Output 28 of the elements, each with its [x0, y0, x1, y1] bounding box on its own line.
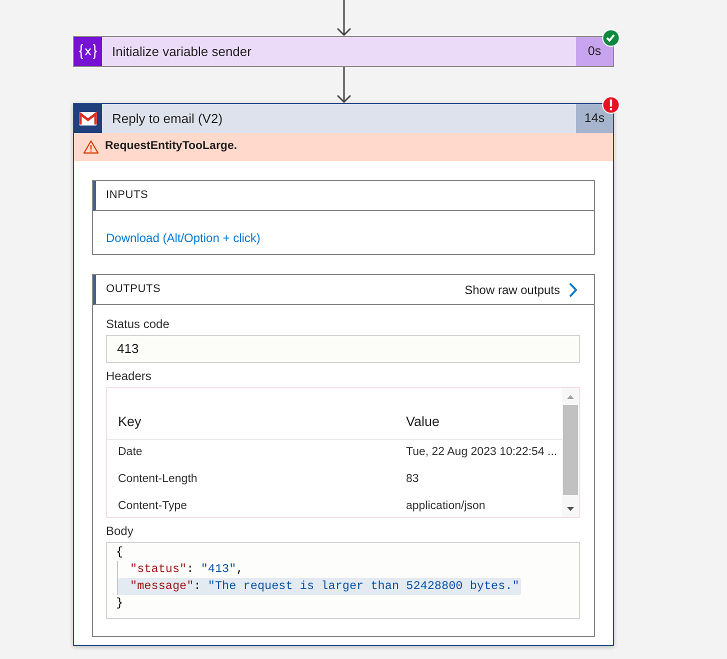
code-line: } [116, 595, 124, 612]
section-heading: OUTPUTS [106, 282, 161, 298]
table-cell: Date [107, 439, 395, 466]
connector-arrow [336, 67, 352, 103]
code-line: { [116, 544, 124, 561]
value-field: 413 [106, 335, 580, 363]
field-label: Body [106, 524, 134, 539]
table-cell-text: Content-Type [117, 498, 188, 514]
download-link[interactable]: Download (Alt/Option + click) [106, 231, 260, 245]
table-cell-text: 83 [405, 472, 420, 487]
code-line: "status": "413", [129, 561, 244, 578]
chevron-right-icon [568, 282, 578, 298]
table-cell: Tue, 22 Aug 2023 10:22:54 ... [395, 439, 562, 466]
section-heading: INPUTS [106, 188, 148, 204]
warning-icon [83, 140, 99, 154]
step-title: Reply to email (V2) [111, 110, 224, 128]
show-raw-outputs-button[interactable]: Show raw outputs [464, 280, 594, 298]
field-label: Status code [106, 317, 170, 332]
step-header[interactable]: Initialize variable sender 0s [74, 37, 613, 66]
table-cell-text: Content-Length [117, 472, 198, 487]
connector-arrow [336, 0, 352, 36]
column-header[interactable]: Key [107, 405, 395, 439]
step-title: Initialize variable sender [111, 42, 252, 61]
scrollbar[interactable] [562, 388, 579, 517]
error-message: RequestEntityTooLarge. [105, 139, 238, 154]
table-cell-text: application/json [405, 498, 486, 514]
field-label: Headers [106, 369, 152, 384]
step-header[interactable]: Reply to email (V2) 14s [74, 104, 613, 133]
